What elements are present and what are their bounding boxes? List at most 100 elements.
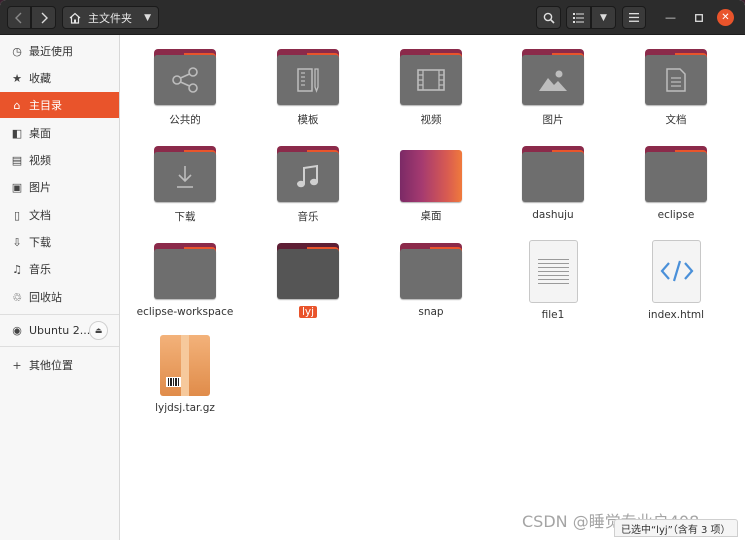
folder-icon [154,243,216,300]
sidebar-divider [0,346,119,347]
share-icon [172,67,198,93]
file-item-eclipse-workspace[interactable]: eclipse-workspace [130,243,240,333]
minimize-icon: — [665,11,676,24]
archive-icon [160,335,210,396]
file-item-desktop[interactable]: 桌面 [376,146,486,236]
maximize-button[interactable] [690,9,707,26]
plus-icon: + [12,358,22,372]
file-label: snap [418,306,444,318]
sidebar-item-recent[interactable]: ◷ 最近使用 [0,38,119,64]
file-manager-window: 主文件夹 ▼ ▼ — ✕ ◷ 最近使用 ★ 收藏 ⌂ 主目录 ◧ 桌面 ▤ 视频… [0,0,745,540]
sidebar-item-downloads[interactable]: ⇩ 下载 [0,229,119,255]
forward-button[interactable] [31,6,56,29]
document-icon [666,68,686,92]
header-bar: 主文件夹 ▼ ▼ — ✕ [0,0,745,35]
code-icon [660,260,693,282]
sidebar-item-pictures[interactable]: ▣ 图片 [0,174,119,200]
file-item-dashuju[interactable]: dashuju [498,146,608,236]
file-item-pictures[interactable]: 图片 [498,49,608,139]
list-view-icon [573,12,584,23]
image-icon [539,70,567,91]
file-label: file1 [541,309,565,321]
sidebar-item-videos[interactable]: ▤ 视频 [0,147,119,173]
sidebar-item-label: Ubuntu 2... [29,323,91,337]
chevron-left-icon [15,12,22,23]
download-icon [177,166,193,188]
text-file-icon [528,240,578,303]
sidebar-item-label: 收藏 [29,72,51,85]
sidebar-item-home[interactable]: ⌂ 主目录 [0,92,119,118]
folder-icon [400,49,462,106]
sidebar-item-starred[interactable]: ★ 收藏 [0,65,119,91]
sidebar-item-other-locations[interactable]: + 其他位置 [0,352,119,378]
close-icon: ✕ [721,12,730,23]
video-icon: ▤ [11,153,23,167]
clock-icon: ◷ [12,44,22,58]
file-label: index.html [648,309,704,321]
path-label: 主文件夹 [88,11,132,25]
list-view-button[interactable] [566,6,591,29]
file-item-index-html[interactable]: index.html [621,240,731,330]
sidebar-item-documents[interactable]: ▯ 文档 [0,202,119,228]
back-button[interactable] [7,6,31,29]
sidebar-item-label: 音乐 [29,263,51,276]
file-item-lyj[interactable]: lyj [253,243,363,333]
sidebar-item-label: 图片 [29,181,51,194]
folder-icon [645,49,707,106]
sidebar-item-label: 桌面 [29,127,51,140]
caret-down-icon: ▼ [600,12,607,23]
video-icon [417,69,445,91]
file-item-downloads[interactable]: 下载 [130,146,240,236]
file-item-templates[interactable]: 模板 [253,49,363,139]
file-label: 音乐 [297,211,319,223]
file-grid: 公共的 模板 视频 图片 文档 下载 音乐 桌面 dashuju eclipse… [120,35,745,540]
folder-icon [522,146,584,203]
file-item-music[interactable]: 音乐 [253,146,363,236]
download-icon: ⇩ [12,235,22,249]
file-label: 公共的 [169,114,201,126]
search-button[interactable] [536,6,561,29]
sidebar-item-label: 最近使用 [29,45,73,58]
file-label-selected: lyj [298,306,318,318]
file-item-public[interactable]: 公共的 [130,49,240,139]
image-icon: ▣ [11,180,23,194]
file-label: 模板 [297,114,319,126]
sidebar-item-music[interactable]: ♫ 音乐 [0,256,119,282]
file-label: eclipse [657,209,695,221]
file-item-videos[interactable]: 视频 [376,49,486,139]
sidebar-item-desktop[interactable]: ◧ 桌面 [0,120,119,146]
file-label: eclipse-workspace [136,306,234,318]
html-file-icon [651,240,701,303]
path-bar-home[interactable]: 主文件夹 ▼ [62,6,159,29]
file-item-eclipse[interactable]: eclipse [621,146,731,236]
sidebar-item-label: 主目录 [29,99,62,112]
caret-down-icon: ▼ [144,12,151,23]
template-icon [297,68,319,93]
sidebar-divider [0,314,119,315]
trash-icon: ♲ [12,290,22,304]
file-item-documents[interactable]: 文档 [621,49,731,139]
folder-icon [522,49,584,106]
music-icon [297,164,318,188]
file-item-lyjdsj-archive[interactable]: lyjdsj.tar.gz [130,333,240,423]
music-icon: ♫ [12,262,22,276]
minimize-button[interactable]: — [662,9,679,26]
file-label: 桌面 [420,210,442,222]
file-item-file1[interactable]: file1 [498,240,608,330]
sidebar-item-label: 回收站 [29,291,62,304]
menu-button[interactable] [622,6,646,29]
file-label: 下载 [174,211,196,223]
desktop-icon: ◧ [11,126,23,140]
eject-button[interactable]: ⏏ [89,321,108,340]
folder-icon [154,49,216,106]
sidebar-item-trash[interactable]: ♲ 回收站 [0,284,119,310]
file-item-snap[interactable]: snap [376,243,486,333]
close-button[interactable]: ✕ [717,9,734,26]
file-label: lyjdsj.tar.gz [155,402,215,414]
view-options-dropdown[interactable]: ▼ [591,6,616,29]
desktop-folder-icon [400,150,462,202]
folder-icon [277,146,339,203]
search-icon [543,12,555,24]
document-icon: ▯ [13,208,21,222]
chevron-right-icon [41,12,48,23]
